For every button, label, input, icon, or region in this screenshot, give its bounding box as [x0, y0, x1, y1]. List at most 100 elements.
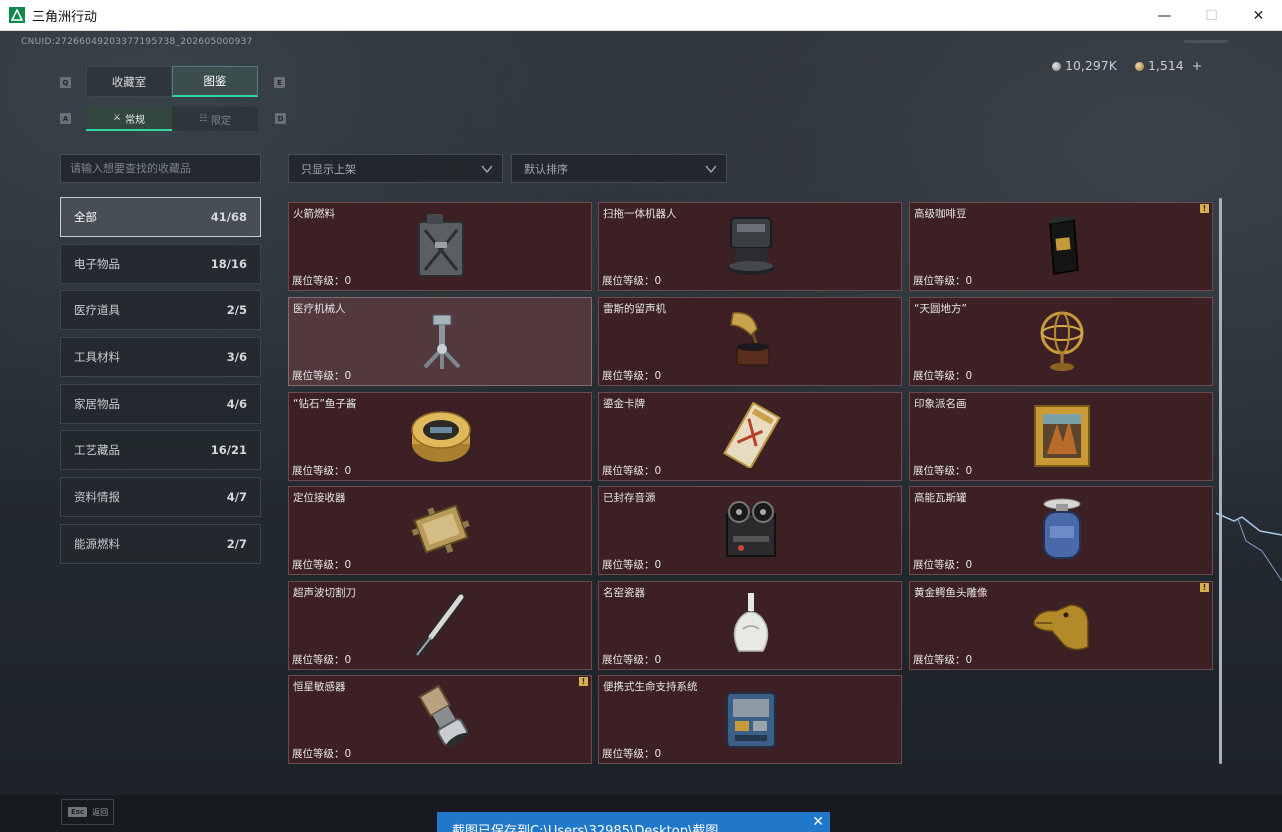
item-list-scrollbar[interactable] — [1219, 198, 1222, 764]
category-label: 电子物品 — [74, 257, 120, 271]
item-name: 名窑瓷器 — [603, 587, 645, 599]
star-sensor-icon — [409, 684, 473, 752]
player-uid: CNUID:272660492033771957​38_202605000937 — [21, 37, 253, 47]
item-card[interactable]: “钻石”鱼子酱 展位等级：0 — [288, 392, 592, 481]
item-name: 高能瓦斯罐 — [914, 492, 967, 504]
fuel-can-icon — [409, 211, 473, 279]
chevron-down-icon — [705, 165, 717, 174]
item-card[interactable]: 医疗机械人 展位等级：0 — [288, 297, 592, 386]
category-crafts[interactable]: 工艺藏品 16/21 — [60, 430, 261, 470]
category-electronics[interactable]: 电子物品 18/16 — [60, 244, 261, 284]
exhibit-level: 展位等级：0 — [292, 748, 352, 760]
main-tabs: 收藏室 图鉴 — [86, 66, 258, 97]
back-button[interactable]: Esc 返回 — [61, 799, 114, 825]
item-card[interactable]: 印象派名画 展位等级：0 — [909, 392, 1213, 481]
item-name: 火箭燃料 — [293, 208, 335, 220]
item-card[interactable]: “天圆地方” 展位等级：0 — [909, 297, 1213, 386]
gold-coin-icon — [1134, 62, 1144, 71]
key-hint-a: A — [60, 113, 71, 124]
item-card[interactable]: 雷斯的留声机 展位等级：0 — [598, 297, 902, 386]
exhibit-level: 展位等级：0 — [913, 275, 973, 287]
add-currency-button[interactable]: + — [1192, 58, 1202, 73]
item-name: “钻石”鱼子酱 — [293, 398, 357, 410]
screenshot-toast: 截图已保存到C:\Users\32985\Desktop\截图 ✕ — [437, 812, 830, 832]
close-window-button[interactable]: ✕ — [1235, 0, 1282, 31]
shelf-filter-dropdown[interactable]: 只显示上架 — [288, 154, 503, 183]
item-card[interactable]: 定位接收器 展位等级：0 — [288, 486, 592, 575]
item-card[interactable]: 超声波切割刀 展位等级：0 — [288, 581, 592, 670]
item-card[interactable]: 名窑瓷器 展位等级：0 — [598, 581, 902, 670]
item-card[interactable]: 已封存音源 展位等级：0 — [598, 486, 902, 575]
item-card[interactable]: 鎏金卡牌 展位等级：0 — [598, 392, 902, 481]
item-card[interactable]: 高级咖啡豆 ! 展位等级：0 — [909, 202, 1213, 291]
item-name: 黄金鳄鱼头雕像 — [914, 587, 988, 599]
exhibit-level: 展位等级：0 — [602, 654, 662, 666]
silver-amount: 10,297K — [1065, 58, 1117, 73]
item-name: 扫拖一体机器人 — [603, 208, 677, 220]
tab-regular-label: 常规 — [125, 114, 146, 126]
sub-tabs: ⚔ 常规 ☷ 限定 — [86, 107, 258, 131]
category-all[interactable]: 全部 41/68 — [60, 197, 261, 237]
category-count: 16/21 — [210, 443, 247, 457]
item-name: 便携式生命支持系统 — [603, 681, 698, 693]
tab-collection-room[interactable]: 收藏室 — [86, 66, 172, 97]
item-card[interactable]: 火箭燃料 展位等级：0 — [288, 202, 592, 291]
category-energy[interactable]: 能源燃料 2/7 — [60, 524, 261, 564]
category-medical[interactable]: 医疗道具 2/5 — [60, 290, 261, 330]
window-title: 三角洲行动 — [32, 9, 98, 25]
category-label: 能源燃料 — [74, 537, 120, 551]
tab-limited[interactable]: ☷ 限定 — [172, 107, 258, 131]
item-card[interactable]: 高能瓦斯罐 展位等级：0 — [909, 486, 1213, 575]
silver-balance: 10,297K — [1052, 58, 1117, 73]
item-card[interactable]: 黄金鳄鱼头雕像 ! 展位等级：0 — [909, 581, 1213, 670]
warning-badge: ! — [1200, 583, 1209, 592]
exhibit-level: 展位等级：0 — [913, 559, 973, 571]
category-count: 2/7 — [226, 537, 247, 551]
gold-balance: 1,514 + — [1134, 58, 1202, 73]
sort-value: 默认排序 — [524, 162, 568, 176]
item-card[interactable]: 便携式生命支持系统 展位等级：0 — [598, 675, 902, 764]
lightning-decoration — [1216, 512, 1282, 582]
warning-badge: ! — [579, 677, 588, 686]
category-label: 资料情报 — [74, 490, 120, 504]
tab-regular[interactable]: ⚔ 常规 — [86, 107, 172, 131]
category-label: 工艺藏品 — [74, 443, 120, 457]
minimize-button[interactable]: — — [1141, 0, 1188, 31]
maximize-button[interactable]: ☐ — [1188, 0, 1235, 31]
category-count: 18/16 — [210, 257, 247, 271]
game-viewport: CNUID:272660492033771957​38_202605000937… — [0, 31, 1282, 832]
item-name: 雷斯的留声机 — [603, 303, 666, 315]
exhibit-level: 展位等级：0 — [602, 465, 662, 477]
window-titlebar: 三角洲行动 — ☐ ✕ — [0, 0, 1282, 31]
porcelain-vase-icon — [719, 590, 783, 658]
limited-icon: ☷ — [198, 114, 208, 124]
framed-painting-icon — [1030, 401, 1094, 469]
category-count: 3/6 — [226, 350, 247, 364]
search-input[interactable] — [60, 154, 261, 183]
category-household[interactable]: 家居物品 4/6 — [60, 384, 261, 424]
exhibit-level: 展位等级：0 — [292, 465, 352, 477]
sort-dropdown[interactable]: 默认排序 — [511, 154, 727, 183]
tab-catalog[interactable]: 图鉴 — [172, 66, 258, 97]
item-card[interactable]: 扫拖一体机器人 展位等级：0 — [598, 202, 902, 291]
esc-key-hint: Esc — [68, 807, 88, 817]
item-name: 鎏金卡牌 — [603, 398, 645, 410]
category-label: 医疗道具 — [74, 303, 120, 317]
item-name: 医疗机械人 — [293, 303, 346, 315]
category-tools[interactable]: 工具材料 3/6 — [60, 337, 261, 377]
exhibit-level: 展位等级：0 — [602, 370, 662, 382]
caviar-tin-icon — [409, 401, 473, 469]
toast-close-button[interactable]: ✕ — [812, 814, 824, 830]
key-hint-d: D — [275, 113, 286, 124]
currency-display: 10,297K 1,514 + — [1052, 58, 1202, 73]
item-name: 定位接收器 — [293, 492, 346, 504]
gilded-card-icon — [719, 401, 783, 469]
category-intel[interactable]: 资料情报 4/7 — [60, 477, 261, 517]
ultrasonic-cutter-icon — [409, 590, 473, 658]
item-card[interactable]: 恒星敏感器 ! 展位等级：0 — [288, 675, 592, 764]
exhibit-level: 展位等级：0 — [292, 370, 352, 382]
back-label: 返回 — [92, 807, 109, 817]
item-name: 超声波切割刀 — [293, 587, 356, 599]
category-label: 工具材料 — [74, 350, 120, 364]
exhibit-level: 展位等级：0 — [292, 559, 352, 571]
